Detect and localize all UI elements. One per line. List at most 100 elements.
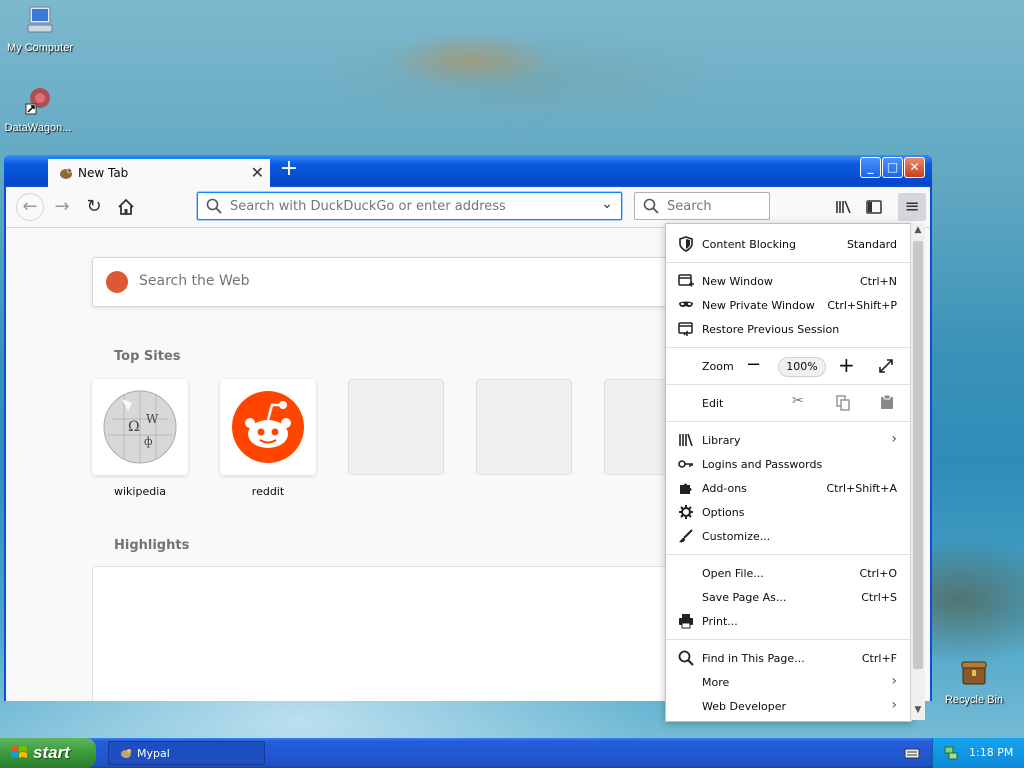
desktop-icon-label: Recycle Bin	[944, 694, 1004, 706]
menu-item-new-private-window[interactable]: New Private Window Ctrl+Shift+P	[666, 293, 911, 317]
reload-button[interactable]: ↻	[82, 195, 106, 219]
address-input[interactable]	[228, 198, 592, 215]
menu-item-value: Standard	[846, 238, 897, 251]
menu-item-more[interactable]: More ›	[666, 670, 911, 694]
top-site-reddit[interactable]	[220, 379, 316, 475]
chevron-right-icon: ›	[891, 697, 897, 713]
menu-item-web-developer[interactable]: Web Developer ›	[666, 694, 911, 718]
menu-item-label: Logins and Passwords	[702, 458, 823, 471]
app-menu: Content Blocking Standard New Window Ctr…	[665, 223, 912, 722]
zoom-reset-button[interactable]: 100%	[778, 357, 826, 377]
sidebar-button[interactable]	[862, 195, 886, 219]
network-icon[interactable]	[943, 745, 959, 761]
cut-icon[interactable]: ✂	[792, 393, 804, 409]
menu-item-shortcut: Ctrl+N	[859, 275, 897, 288]
tab-close-icon[interactable]: ✕	[251, 163, 264, 182]
menu-item-shortcut: Ctrl+F	[861, 652, 897, 665]
tab-new-tab[interactable]: New Tab ✕	[48, 157, 270, 187]
menu-button[interactable]: ≡	[898, 193, 926, 221]
zoom-in-button[interactable]: +	[838, 353, 855, 377]
brush-icon	[679, 529, 693, 543]
wikipedia-icon: Ω W ф	[103, 390, 177, 464]
library-button[interactable]	[832, 195, 856, 219]
taskbar-item-mypal[interactable]: Mypal	[108, 741, 265, 765]
zoom-out-button[interactable]: −	[746, 354, 761, 375]
menu-scrollbar[interactable]: ▲ ▼	[910, 223, 925, 720]
chevron-right-icon: ›	[891, 431, 897, 447]
menu-item-label: Find in This Page...	[702, 652, 805, 665]
menu-item-customize[interactable]: Customize...	[666, 524, 911, 548]
new-tab-button[interactable]: +	[278, 156, 300, 181]
printer-icon	[679, 614, 693, 629]
paste-icon[interactable]	[880, 394, 894, 410]
menu-separator	[666, 262, 911, 263]
start-button[interactable]: start	[0, 738, 96, 768]
menu-item-logins[interactable]: Logins and Passwords	[666, 452, 911, 476]
menu-item-label: New Window	[702, 275, 773, 288]
search-icon	[678, 650, 694, 666]
taskbar-item-label: Mypal	[137, 747, 170, 760]
desktop-icon-my-computer[interactable]: My Computer	[0, 4, 80, 54]
menu-item-new-window[interactable]: New Window Ctrl+N	[666, 269, 911, 293]
computer-icon	[27, 6, 53, 33]
menu-item-shortcut: Ctrl+Shift+A	[826, 482, 897, 495]
top-site-wikipedia[interactable]: Ω W ф	[92, 379, 188, 475]
reddit-icon	[232, 391, 304, 463]
desktop-icon-datawagon[interactable]: DataWagon...	[0, 84, 78, 134]
web-search-box[interactable]: Search the Web	[92, 257, 694, 307]
menu-item-label: More	[702, 676, 730, 689]
top-site-placeholder[interactable]	[476, 379, 572, 475]
minimize-button[interactable]: _	[860, 157, 881, 178]
menu-item-label: Customize...	[702, 530, 771, 543]
menu-item-restore-session[interactable]: Restore Previous Session	[666, 317, 911, 341]
address-bar[interactable]: ⌄	[197, 192, 622, 220]
search-bar[interactable]	[634, 192, 770, 220]
taskbar: start Mypal 1:18 PM	[0, 738, 1024, 768]
menu-separator	[666, 347, 911, 348]
search-icon	[643, 198, 659, 214]
menu-item-addons[interactable]: Add-ons Ctrl+Shift+A	[666, 476, 911, 500]
tab-title: New Tab	[78, 166, 129, 180]
menu-separator	[666, 384, 911, 385]
copy-icon[interactable]	[836, 395, 850, 411]
menu-item-library[interactable]: Library ›	[666, 428, 911, 452]
new-window-icon	[678, 274, 694, 287]
fullscreen-icon[interactable]	[878, 358, 894, 374]
scrollbar-thumb[interactable]	[913, 241, 923, 669]
desktop-icon-recycle-bin[interactable]: Recycle Bin	[934, 656, 1014, 706]
private-mask-icon	[679, 301, 693, 307]
sidebar-icon	[866, 200, 882, 214]
highlights-title: Highlights	[114, 538, 190, 553]
menu-item-content-blocking[interactable]: Content Blocking Standard	[666, 232, 911, 256]
top-site-placeholder[interactable]	[348, 379, 444, 475]
maximize-button[interactable]: □	[882, 157, 903, 178]
home-button[interactable]	[114, 195, 138, 219]
clock[interactable]: 1:18 PM	[969, 746, 1013, 759]
forward-button[interactable]: →	[50, 195, 74, 219]
svg-text:ф: ф	[144, 435, 153, 448]
menu-item-print[interactable]: Print...	[666, 609, 911, 633]
menu-item-label: Zoom	[702, 360, 734, 373]
keyboard-icon[interactable]	[904, 746, 920, 760]
menu-item-shortcut: Ctrl+O	[859, 567, 897, 580]
web-search-placeholder: Search the Web	[139, 273, 250, 289]
title-bar[interactable]: New Tab ✕ + _ □ ✕	[4, 155, 932, 187]
menu-separator	[666, 421, 911, 422]
scroll-down-icon[interactable]: ▼	[911, 705, 925, 719]
scroll-up-icon[interactable]: ▲	[911, 225, 925, 239]
close-window-button[interactable]: ✕	[904, 157, 925, 178]
menu-item-options[interactable]: Options	[666, 500, 911, 524]
menu-item-save-page[interactable]: Save Page As... Ctrl+S	[666, 585, 911, 609]
start-label: start	[33, 743, 70, 762]
menu-item-find[interactable]: Find in This Page... Ctrl+F	[666, 646, 911, 670]
system-tray: 1:18 PM	[932, 738, 1024, 768]
search-input[interactable]	[665, 198, 769, 215]
menu-item-label: New Private Window	[702, 299, 815, 312]
menu-item-open-file[interactable]: Open File... Ctrl+O	[666, 561, 911, 585]
back-button[interactable]: ←	[16, 193, 44, 221]
puzzle-icon	[680, 483, 692, 494]
desktop-icon-label: My Computer	[6, 42, 74, 54]
menu-separator	[666, 554, 911, 555]
menu-item-label: Print...	[702, 615, 738, 628]
dropdown-chevron-icon[interactable]: ⌄	[601, 196, 613, 212]
